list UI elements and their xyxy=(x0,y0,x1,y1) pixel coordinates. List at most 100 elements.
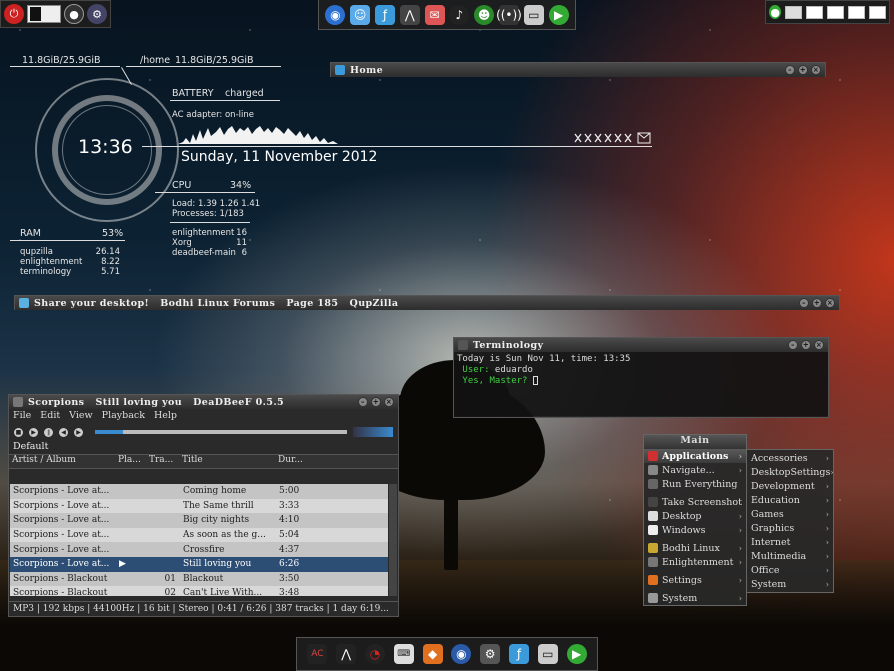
submenu-item-system[interactable]: System › xyxy=(747,577,833,591)
submenu-item-desktopsettings[interactable]: DesktopSettings › xyxy=(747,465,834,479)
iconify-button[interactable]: – xyxy=(358,397,368,407)
maximize-button[interactable]: + xyxy=(798,65,808,75)
desktop-4[interactable] xyxy=(848,5,866,19)
menu-item-settings[interactable]: Settings › xyxy=(644,573,746,587)
play-icon[interactable]: ▶ xyxy=(566,644,587,664)
menu-item-navigate[interactable]: Navigate... › xyxy=(644,463,746,477)
iconify-button[interactable]: – xyxy=(799,298,809,308)
finder-icon[interactable]: ƒ xyxy=(508,644,529,664)
menu-item-label: Windows xyxy=(662,524,706,536)
maximize-button[interactable]: + xyxy=(812,298,822,308)
playlist-row[interactable]: Scorpions - Love at... ▶ Still loving you 6… xyxy=(10,556,388,572)
pager-icon[interactable]: ● xyxy=(769,5,782,19)
previous-icon[interactable]: ◀ xyxy=(59,427,68,437)
close-button[interactable]: × xyxy=(811,65,821,75)
menu-item-desktop[interactable]: Desktop › xyxy=(644,509,746,523)
maximize-button[interactable]: + xyxy=(371,397,381,407)
menu-help[interactable]: Help xyxy=(154,410,177,423)
submenu-item-graphics[interactable]: Graphics › xyxy=(747,521,833,535)
stop-icon[interactable]: ■ xyxy=(14,427,23,437)
volume-bar[interactable] xyxy=(353,427,393,437)
power-icon[interactable]: ⏻ xyxy=(4,4,24,24)
music-icon[interactable]: ♪ xyxy=(449,4,470,25)
close-button[interactable]: × xyxy=(825,298,835,308)
camera-icon[interactable]: ● xyxy=(64,4,84,24)
arch-icon[interactable]: ⋀ xyxy=(336,644,357,664)
menu-item-bodhi-linux[interactable]: Bodhi Linux › xyxy=(644,541,746,555)
terminology-titlebar[interactable]: Terminology – + × xyxy=(454,338,828,352)
menu-view[interactable]: View xyxy=(69,410,93,423)
pidgin-icon[interactable]: ☻ xyxy=(474,4,495,25)
submenu-item-development[interactable]: Development › xyxy=(747,479,833,493)
qupzilla-icon[interactable]: ◆ xyxy=(422,644,443,664)
terminal-output[interactable]: Today is Sun Nov 11, time: 13:35 User: e… xyxy=(454,352,828,416)
box-icon[interactable]: ◉ xyxy=(451,644,472,664)
menu-item-enlightenment[interactable]: Enlightenment › xyxy=(644,555,746,569)
menu-item-windows[interactable]: Windows › xyxy=(644,523,746,537)
next-icon[interactable]: ▶ xyxy=(74,427,83,437)
qupzilla-window[interactable]: Share your desktop! Bodhi Linux Forums P… xyxy=(14,295,840,310)
terminal-icon[interactable]: ⋀ xyxy=(399,4,420,25)
column-track[interactable]: Tra... xyxy=(146,455,179,468)
pause-icon[interactable]: ∥ xyxy=(44,427,53,437)
column-artist[interactable]: Artist / Album xyxy=(9,455,115,468)
desktop-1[interactable] xyxy=(785,5,803,19)
deadbeef-window[interactable]: Scorpions Still loving you DeaDBeeF 0.5.… xyxy=(8,394,399,617)
maximize-button[interactable]: + xyxy=(801,340,811,350)
screen-icon[interactable]: ▭ xyxy=(523,4,544,25)
finder-icon[interactable]: ☺ xyxy=(350,4,371,25)
menu-edit[interactable]: Edit xyxy=(40,410,60,423)
playlist-row[interactable]: Scorpions - Love at... Crossfire 4:37 xyxy=(10,542,388,557)
playlist-scrollbar[interactable] xyxy=(389,484,397,596)
submenu-item-office[interactable]: Office › xyxy=(747,563,833,577)
submenu-item-accessories[interactable]: Accessories › xyxy=(747,451,833,465)
wifi-icon[interactable]: ((•)) xyxy=(496,4,522,25)
qupzilla-titlebar[interactable]: Share your desktop! Bodhi Linux Forums P… xyxy=(15,296,839,310)
opera-icon[interactable]: ◔ xyxy=(364,644,385,664)
column-playing[interactable]: Pla... xyxy=(115,455,146,468)
column-title[interactable]: Title xyxy=(179,455,275,468)
column-duration[interactable]: Dur... xyxy=(275,455,335,468)
play-icon[interactable]: ▶ xyxy=(548,4,569,25)
menu-item-system[interactable]: System › xyxy=(644,591,746,605)
submenu-item-internet[interactable]: Internet › xyxy=(747,535,833,549)
menu-item-run-everything[interactable]: Run Everything xyxy=(644,477,746,491)
chevron-right-icon: › xyxy=(830,467,834,477)
desktop-5[interactable] xyxy=(869,5,886,19)
playlist-row[interactable]: Scorpions - Blackout 02 Can't Live With...… xyxy=(10,586,388,596)
playlist-row[interactable]: Scorpions - Love at... Big city nights 4:1… xyxy=(10,513,388,528)
toggle-switch[interactable] xyxy=(27,5,61,23)
ac-icon[interactable]: AC xyxy=(307,644,328,664)
compose-icon[interactable]: ✉ xyxy=(424,4,445,25)
iconify-button[interactable]: – xyxy=(785,65,795,75)
desktop-3[interactable] xyxy=(827,5,845,19)
home-titlebar[interactable]: Home – + × xyxy=(331,63,825,77)
menu-item-take-screenshot[interactable]: Take Screenshot xyxy=(644,495,746,509)
deadbeef-titlebar[interactable]: Scorpions Still loving you DeaDBeeF 0.5.… xyxy=(9,395,398,409)
close-button[interactable]: × xyxy=(814,340,824,350)
submenu-item-multimedia[interactable]: Multimedia › xyxy=(747,549,833,563)
playlist-row[interactable]: Scorpions - Love at... As soon as the g..… xyxy=(10,527,388,543)
settings-icon[interactable]: ⚙ xyxy=(87,4,107,24)
terminology-window[interactable]: Terminology – + × Today is Sun Nov 11, tim… xyxy=(453,337,829,418)
screen-icon[interactable]: ▭ xyxy=(537,644,558,664)
seek-bar[interactable] xyxy=(95,430,347,434)
playlist-row[interactable]: Scorpions - Love at... Coming home 5:00 xyxy=(10,484,388,499)
menu-playback[interactable]: Playback xyxy=(102,410,145,423)
playlist-row[interactable]: Scorpions - Love at... The Same thrill 3:3… xyxy=(10,498,388,514)
submenu-item-games[interactable]: Games › xyxy=(747,507,833,521)
keyboard-icon[interactable]: ⌨ xyxy=(393,644,414,664)
close-button[interactable]: × xyxy=(384,397,394,407)
home-window[interactable]: Home – + × xyxy=(330,62,826,77)
file-manager-icon[interactable]: ƒ xyxy=(374,4,395,25)
play-icon[interactable]: ▶ xyxy=(29,427,38,437)
submenu-item-education[interactable]: Education › xyxy=(747,493,833,507)
menu-file[interactable]: File xyxy=(13,410,31,423)
settings-icon[interactable]: ⚙ xyxy=(480,644,501,664)
desktop-2[interactable] xyxy=(806,5,824,19)
globe-icon[interactable]: ◉ xyxy=(325,4,346,25)
menu-item-applications[interactable]: Applications › xyxy=(644,449,746,463)
playlist-row[interactable]: Scorpions - Blackout 01 Blackout 3:50 xyxy=(10,571,388,587)
playlist-tab[interactable]: Default xyxy=(9,440,398,455)
iconify-button[interactable]: – xyxy=(788,340,798,350)
